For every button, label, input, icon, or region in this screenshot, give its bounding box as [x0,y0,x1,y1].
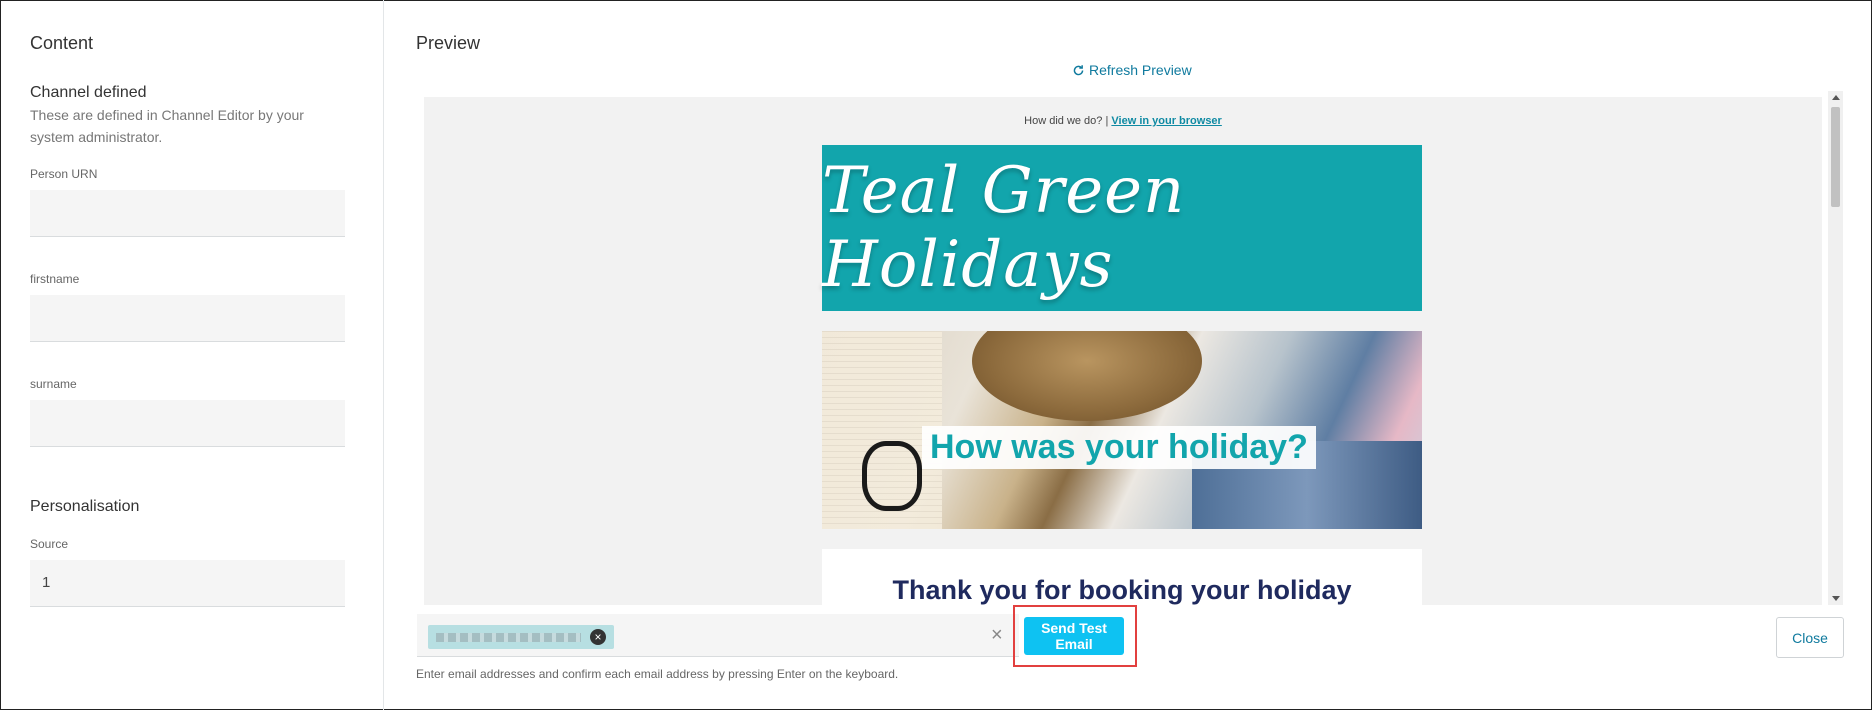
surname-field[interactable] [30,400,345,447]
brand-banner-text: Teal Green Holidays [822,154,1186,302]
surname-label: surname [30,377,77,391]
preview-title: Preview [416,33,481,53]
refresh-preview-button[interactable]: Refresh Preview [1072,62,1192,78]
glasses-graphic [862,441,922,511]
source-label: Source [30,537,69,551]
thanks-heading: Thank you for booking your holiday [892,575,1352,605]
close-button[interactable]: Close [1776,617,1844,658]
email-helper-text: Enter email addresses and confirm each e… [416,667,899,681]
content-panel: Content Channel defined These are define… [0,0,384,710]
source-field[interactable]: 1 [30,560,345,607]
chip-remove-icon[interactable]: × [590,629,606,645]
refresh-preview-label: Refresh Preview [1089,62,1192,78]
hero-headline: How was your holiday? [922,426,1316,469]
clear-input-icon[interactable]: × [991,624,1003,647]
firstname-label: firstname [30,272,80,286]
firstname-field[interactable] [30,295,345,342]
person-urn-field[interactable] [30,190,345,237]
email-feedback-text: How did we do? | [1024,115,1109,127]
preview-panel: Preview Refresh Preview How did we do? |… [385,0,1871,710]
scrollbar-thumb[interactable] [1831,107,1840,207]
send-test-email-button[interactable]: Send Test Email [1024,617,1124,655]
scroll-up-icon[interactable] [1832,95,1840,100]
scroll-down-icon[interactable] [1832,596,1840,601]
channel-defined-heading: Channel defined [30,84,147,101]
personalisation-heading: Personalisation [30,498,140,515]
brand-banner: Teal Green Holidays [822,145,1422,311]
hat-graphic [972,331,1202,421]
email-chip: × [428,625,614,649]
content-title: Content [30,33,94,53]
email-top-line: How did we do? | View in your browser [424,115,1822,127]
email-preview-viewport[interactable]: How did we do? | View in your browser Te… [424,97,1822,605]
preview-scrollbar[interactable] [1828,91,1843,605]
view-in-browser-link[interactable]: View in your browser [1111,115,1221,127]
email-address-input[interactable]: × [417,614,1019,657]
refresh-icon [1073,64,1084,75]
redacted-email [436,633,581,642]
thanks-section: Thank you for booking your holiday [822,549,1422,605]
channel-defined-description: These are defined in Channel Editor by y… [30,107,304,145]
hero-image: How was your holiday? [822,331,1422,529]
person-urn-label: Person URN [30,167,98,181]
